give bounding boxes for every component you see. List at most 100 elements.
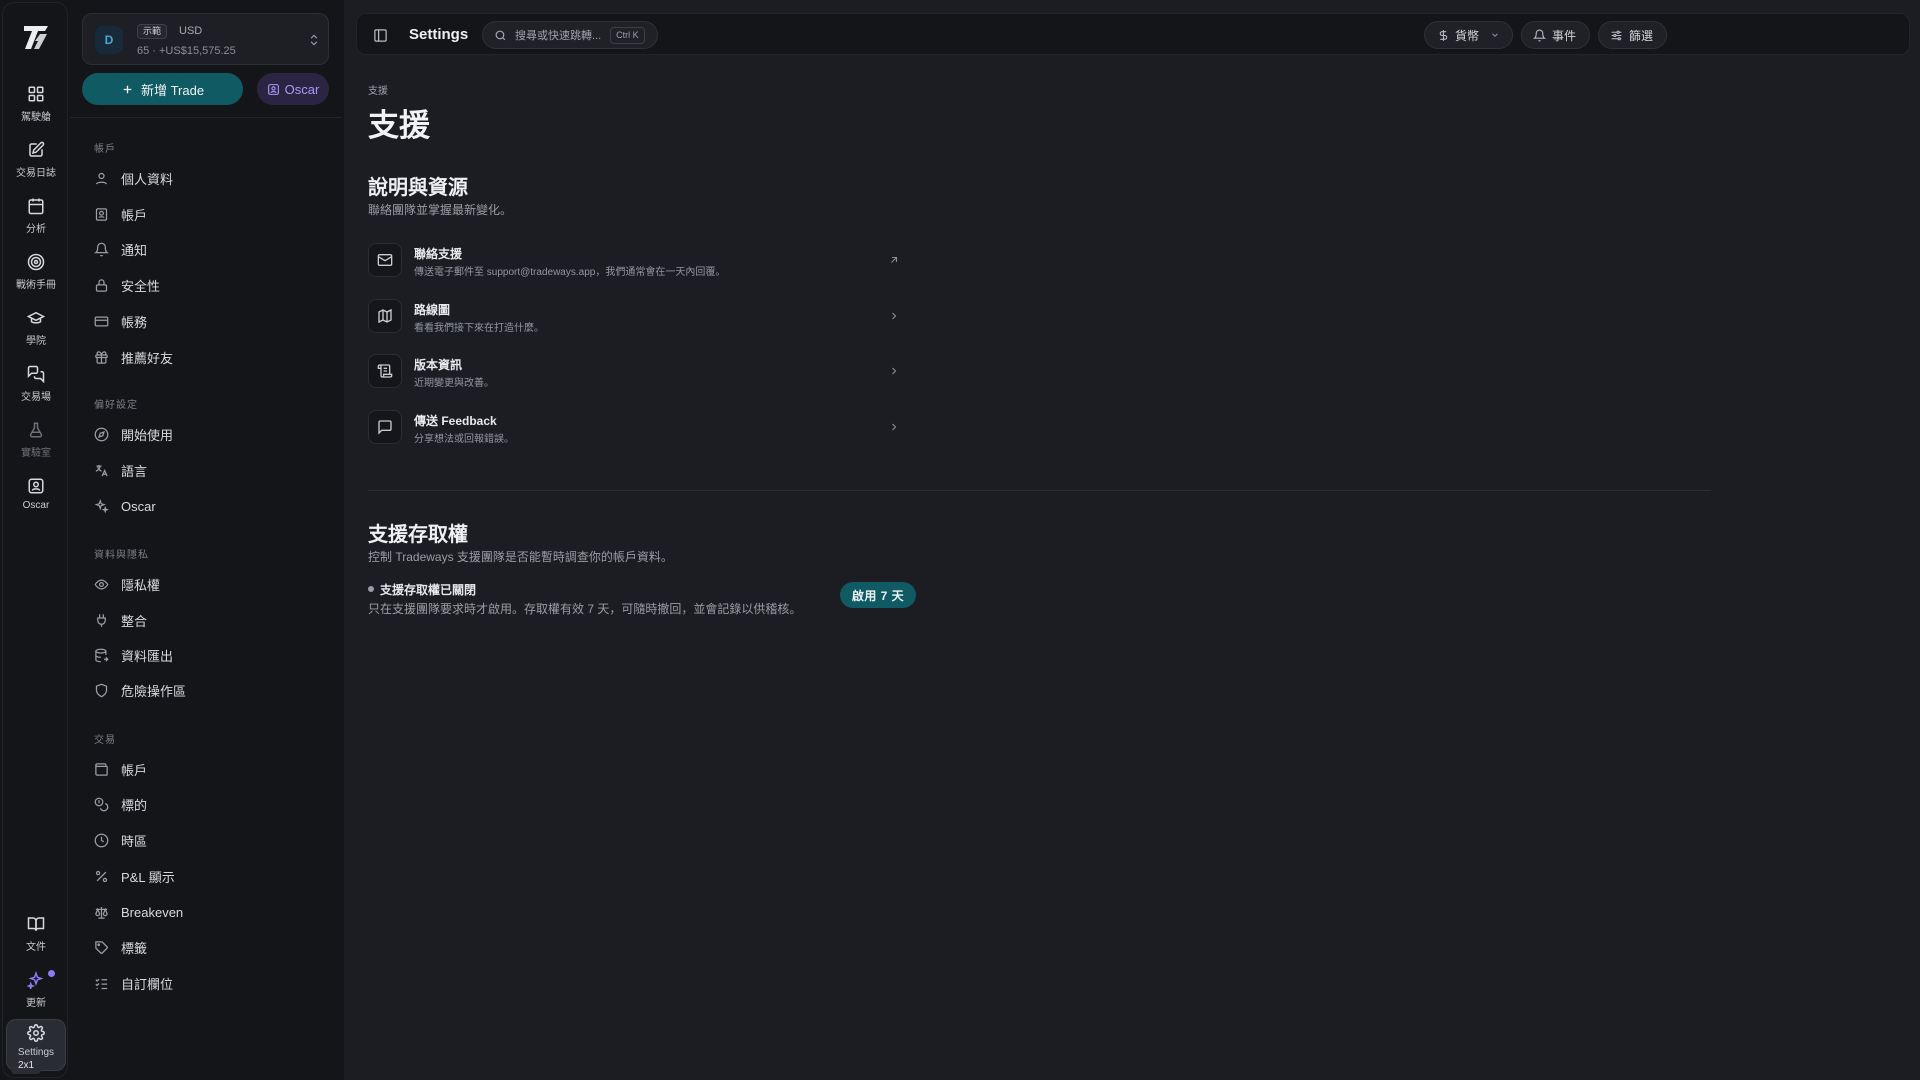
sidebar-item-label: Oscar [121,498,156,514]
sidebar-item-profile[interactable]: 個人資料 [90,163,320,193]
sidebar-item-account[interactable]: 帳戶 [90,199,320,229]
sidebar-item-getting-started[interactable]: 開始使用 [90,419,320,449]
sidebar-toggle-button[interactable] [367,22,393,48]
sidebar-item-label: 整合 [121,613,148,629]
rail-item-label: 交易場 [21,392,51,403]
oscar-label: Oscar [284,81,320,97]
rail-item-label: 交易日誌 [16,168,56,179]
new-trade-label: 新增 Trade [140,82,205,98]
row-description: 分享想法或回報錯誤。 [414,434,514,445]
rail-item-playbook[interactable]: 戰術手冊 [6,249,66,299]
events-button[interactable]: 事件 [1521,21,1590,49]
account-switcher[interactable]: D 示範 USD 65 · +US$15,575.25 [82,13,329,65]
app-rail: 駕駛艙 交易日誌 分析 戰術手冊 學院 交易場 實驗室 Oscar 文件 更新 … [2,2,68,1078]
search-shortcut-hint: Ctrl K [610,26,645,44]
sidebar-item-trading-accounts[interactable]: 帳戶 [90,754,320,784]
sidebar-item-label: 個人資料 [121,171,174,187]
new-trade-button[interactable]: 新增 Trade [82,73,243,105]
sidebar-item-language[interactable]: 語言 [90,455,320,485]
sidebar-item-security[interactable]: 安全性 [90,270,320,300]
user-icon [95,172,108,184]
gear-icon [27,1024,45,1042]
mail-icon [368,243,402,277]
rail-item-journal[interactable]: 交易日誌 [6,137,66,187]
chevron-right-icon [892,367,897,375]
sparkles-icon [94,498,109,513]
sidebar-item-tags[interactable]: 標籤 [90,932,320,962]
graduation-cap-icon [27,311,45,324]
compass-icon [94,427,109,441]
rail-item-oscar[interactable]: Oscar [6,473,66,523]
tradeways-logo-icon[interactable] [20,21,52,53]
sidebar-item-data-export[interactable]: 資料匯出 [90,640,320,670]
sidebar-item-label: 資料匯出 [121,648,174,664]
rail-item-analysis[interactable]: 分析 [6,193,66,243]
access-section-subtitle: 控制 Tradeways 支援團隊是否能暫時調查你的帳戶資料。 [368,550,673,564]
sidebar-item-custom-fields[interactable]: 自訂欄位 [90,968,320,998]
book-icon [27,917,45,931]
sidebar-item-billing[interactable]: 帳務 [90,306,320,336]
database-export-icon [95,648,109,662]
clock-icon [94,833,109,847]
rail-item-label: 學院 [26,336,46,347]
layout-badge: 2x1 [11,1058,42,1074]
sidebar-item-breakeven[interactable]: Breakeven [90,897,320,927]
rail-item-docs[interactable]: 文件 [6,911,66,961]
filter-sliders-icon [1611,30,1622,40]
rail-item-label: Oscar [22,500,50,511]
help-section-subtitle: 聯絡團隊並掌握最新變化。 [368,203,513,217]
sidebar-item-pnl-display[interactable]: P&L 顯示 [90,861,320,891]
shield-icon [95,683,108,697]
sidebar-item-label: Breakeven [121,904,184,920]
sidebar-item-label: 危險操作區 [121,683,187,699]
sidebar-item-timezone[interactable]: 時區 [90,825,320,855]
row-title: 版本資訊 [414,358,463,372]
rail-item-label: 戰術手冊 [16,280,56,291]
lock-icon [95,278,108,292]
app-root: 駕駛艙 交易日誌 分析 戰術手冊 學院 交易場 實驗室 Oscar 文件 更新 … [0,0,1920,1080]
oscar-button[interactable]: Oscar [257,73,329,105]
filter-button[interactable]: 篩選 [1598,21,1667,49]
sidebar-item-integrations[interactable]: 整合 [90,605,320,635]
filter-label: 篩選 [1629,28,1654,43]
search-icon [495,30,506,40]
search-input[interactable]: 搜尋或快速跳轉... Ctrl K [482,21,658,49]
chevron-right-icon [892,423,897,431]
rail-item-lab[interactable]: 實驗室 [6,417,66,467]
row-description: 傳送電子郵件至 support@tradeways.app，我們通常會在一天內回… [414,267,726,278]
sidebar-item-label: 帳戶 [121,207,148,223]
layout-grid-icon [28,86,44,102]
chevron-right-icon [892,312,897,320]
nav-section-data-privacy: 資料與隱私 [94,550,149,561]
release-notes-row[interactable]: 版本資訊 近期變更與改善。 [368,350,903,394]
sidebar-item-referral[interactable]: 推薦好友 [90,342,320,372]
rail-item-trading-floor[interactable]: 交易場 [6,361,66,411]
currency-dropdown[interactable]: 貨幣 [1424,21,1513,49]
sidebar-item-symbols[interactable]: 標的 [90,789,320,819]
contact-support-row[interactable]: 聯絡支援 傳送電子郵件至 support@tradeways.app，我們通常會… [368,239,903,283]
currency-label: 貨幣 [1455,28,1480,43]
tag-icon [95,940,108,954]
sidebar-item-notifications[interactable]: 通知 [90,234,320,264]
sidebar-item-oscar[interactable]: Oscar [90,491,320,521]
enable-access-button[interactable]: 啟用 7 天 [840,582,916,608]
journal-edit-icon [29,141,45,157]
bell-icon [94,242,109,256]
account-summary: 65 · +US$15,575.25 [137,45,236,57]
rail-item-academy[interactable]: 學院 [6,305,66,355]
settings-sidebar: D 示範 USD 65 · +US$15,575.25 新增 Trade Osc… [70,0,342,1080]
roadmap-row[interactable]: 路線圖 看看我們接下來在打造什麼。 [368,295,903,339]
target-icon [27,253,45,271]
sidebar-item-privacy[interactable]: 隱私權 [90,569,320,599]
send-feedback-row[interactable]: 傳送 Feedback 分享想法或回報錯誤。 [368,406,903,450]
rail-item-updates[interactable]: 更新 [6,967,66,1017]
access-status: 支援存取權已關閉 [380,583,477,597]
sidebar-item-danger-zone[interactable]: 危險操作區 [90,675,320,705]
search-placeholder: 搜尋或快速跳轉... [515,30,602,42]
bell-icon [1533,29,1546,41]
section-divider [368,490,1711,491]
row-title: 聯絡支援 [414,247,463,261]
credit-card-icon [94,316,109,326]
events-label: 事件 [1552,28,1577,43]
rail-item-cockpit[interactable]: 駕駛艙 [6,81,66,131]
